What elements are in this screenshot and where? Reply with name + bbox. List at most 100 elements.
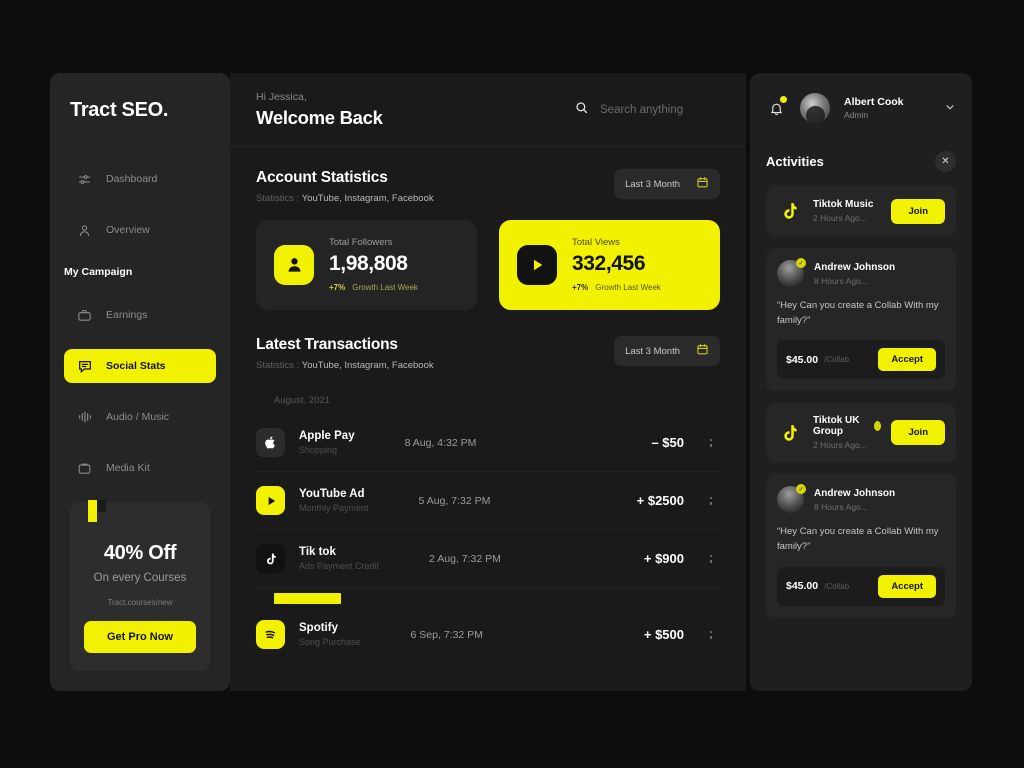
activity-time: 2 Hours Ago... <box>813 440 867 451</box>
bell-icon[interactable] <box>766 96 787 119</box>
table-row[interactable]: Spotify Song Purchase 6 Sep, 7:32 PM + $… <box>256 606 720 663</box>
row-menu-icon[interactable] <box>702 630 720 639</box>
transaction-amount: + $500 <box>643 627 684 642</box>
section-title: Account Statistics <box>256 169 388 186</box>
verified-badge-icon <box>874 421 882 432</box>
tiktok-icon <box>256 544 285 573</box>
section-subtitle: Statistics : YouTube, Instagram, Faceboo… <box>256 193 434 204</box>
get-pro-now-button[interactable]: Get Pro Now <box>84 621 196 653</box>
join-button[interactable]: Join <box>891 420 945 446</box>
sidebar-item-audio-music[interactable]: Audio / Music <box>64 400 216 434</box>
rail-header: Albert Cook Admin <box>766 93 956 123</box>
activities-panel: Albert Cook Admin Activities ✕ Tiktok Mu… <box>750 73 972 691</box>
join-button[interactable]: Join <box>891 198 945 224</box>
transactions-range-selector[interactable]: Last 3 Month <box>614 336 720 366</box>
stat-growth: +7% <box>572 283 589 292</box>
search-icon <box>574 100 589 120</box>
sidebar-item-label: Dashboard <box>106 173 158 185</box>
row-menu-icon[interactable] <box>702 554 720 563</box>
tiktok-icon <box>777 198 803 224</box>
notification-badge <box>780 96 787 103</box>
transaction-month-group-label: August, 2021 <box>274 395 330 406</box>
accept-button[interactable]: Accept <box>878 348 936 372</box>
sidebar-item-dashboard[interactable]: Dashboard <box>64 162 216 196</box>
spotify-icon <box>256 620 285 649</box>
stat-growth-label: Growth Last Week <box>595 283 661 292</box>
range-label: Last 3 Month <box>625 345 680 357</box>
sliders-icon <box>76 171 93 188</box>
transaction-desc: Monthly Payment <box>299 503 369 513</box>
account-stats-range-selector[interactable]: Last 3 Month <box>614 169 720 199</box>
section-title: Latest Transactions <box>256 336 398 353</box>
greeting-large: Welcome Back <box>256 106 383 128</box>
transaction-month-group-label-selected: September, 2021 <box>274 593 341 604</box>
calendar-icon <box>696 176 709 192</box>
row-menu-icon[interactable] <box>702 496 720 505</box>
sidebar-item-social-stats[interactable]: Social Stats <box>64 349 216 383</box>
activity-name: Andrew Johnson <box>814 487 896 499</box>
stat-growth: +7% <box>329 283 346 292</box>
waveform-icon <box>76 409 93 426</box>
tiktok-icon <box>777 420 803 446</box>
stat-value: 1,98,808 <box>329 252 408 275</box>
transaction-amount: – $50 <box>651 435 684 450</box>
sidebar-item-label: Overview <box>106 224 150 236</box>
account-statistics-header: Account Statistics Statistics : YouTube,… <box>230 147 746 204</box>
table-row[interactable]: YouTube Ad Monthly Payment 5 Aug, 7:32 P… <box>256 472 720 530</box>
sidebar: Tract SEO. Dashboard Overview My Campaig… <box>50 73 230 691</box>
stat-value: 332,456 <box>572 252 646 275</box>
close-icon[interactable]: ✕ <box>935 151 956 172</box>
search-box[interactable] <box>574 100 720 120</box>
transaction-name: YouTube Ad <box>299 488 365 500</box>
transaction-date: 5 Aug, 7:32 PM <box>418 494 491 507</box>
activity-message: “Hey Can you create a Collab With my fam… <box>777 300 939 326</box>
sidebar-item-overview[interactable]: Overview <box>64 213 216 247</box>
promo-subtitle: On every Courses <box>93 572 187 584</box>
activity-card-message: ✓ Andrew Johnson 8 Hours Ago... “Hey Can… <box>766 474 956 618</box>
subtitle-prefix: Statistics : <box>256 193 300 204</box>
transaction-amount: + $2500 <box>636 493 684 508</box>
main-content: Hi Jessica, Welcome Back Account Statist… <box>230 73 746 691</box>
folder-icon <box>76 460 93 477</box>
app-window: Tract SEO. Dashboard Overview My Campaig… <box>50 73 972 691</box>
promo-card: 40% Off On every Courses Tract.courses/n… <box>70 500 210 671</box>
offer-unit: /Collab <box>824 355 850 365</box>
activity-name: Tiktok Music <box>813 199 874 210</box>
transactions-list: August, 2021 Apple Pay Shopping 8 Aug, 4… <box>230 381 746 691</box>
page-title: Activities <box>766 154 824 169</box>
offer-unit: /Collab <box>824 581 850 591</box>
avatar[interactable] <box>800 93 830 123</box>
latest-transactions-header: Latest Transactions Statistics : YouTube… <box>230 310 746 371</box>
chevron-down-icon[interactable] <box>944 101 956 116</box>
subtitle-value: YouTube, Instagram, Facebook <box>301 193 434 204</box>
sidebar-item-media-kit[interactable]: Media Kit <box>64 451 216 485</box>
transaction-name: Apple Pay <box>299 430 355 442</box>
transaction-name: Spotify <box>299 622 338 634</box>
activity-offer-bar: $45.00 /Collab Accept <box>777 566 945 606</box>
app-brand: Tract SEO. <box>70 99 169 121</box>
table-row[interactable]: Apple Pay Shopping 8 Aug, 4:32 PM – $50 <box>256 414 720 472</box>
transaction-desc: Song Purchase <box>299 637 361 647</box>
activity-card-invite: Tiktok UK Group 2 Hours Ago... Join <box>766 403 956 463</box>
verified-badge-icon: ✓ <box>796 258 806 268</box>
search-input[interactable] <box>600 103 720 116</box>
user-name: Albert Cook <box>844 96 904 108</box>
bookmark-icon <box>88 500 106 522</box>
range-label: Last 3 Month <box>625 178 680 190</box>
sidebar-item-label: Social Stats <box>106 360 166 372</box>
accept-button[interactable]: Accept <box>878 574 936 598</box>
greeting-small: Hi Jessica, <box>256 90 307 103</box>
sidebar-item-label: Media Kit <box>106 462 150 474</box>
stat-label: Total Views <box>572 237 620 248</box>
table-row[interactable]: Tik tok Ads Payment Credit 2 Aug, 7:32 P… <box>256 530 720 588</box>
promo-url: Tract.courses/new <box>107 598 173 607</box>
user-icon <box>76 222 93 239</box>
row-menu-icon[interactable] <box>702 438 720 447</box>
avatar: ✓ <box>777 484 806 514</box>
stat-card-list: Total Followers 1,98,808 +7% Growth Last… <box>230 204 746 310</box>
sidebar-item-label: Audio / Music <box>106 411 170 423</box>
sidebar-item-earnings[interactable]: Earnings <box>64 298 216 332</box>
activities-header: Activities ✕ <box>766 151 956 172</box>
activity-time: 2 Hours Ago... <box>813 213 867 223</box>
verified-badge-icon: ✓ <box>796 484 806 495</box>
